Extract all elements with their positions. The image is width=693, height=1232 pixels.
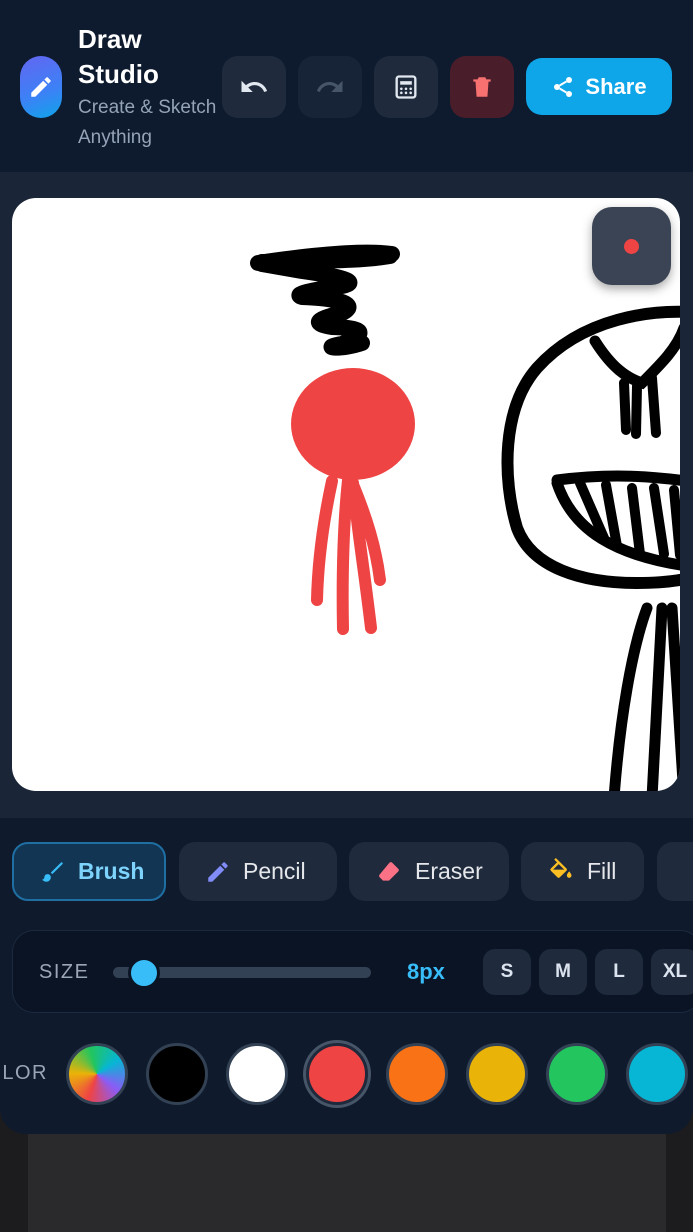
canvas-area bbox=[0, 172, 693, 818]
color-swatch-custom[interactable] bbox=[66, 1043, 128, 1105]
size-value: 8px bbox=[407, 959, 445, 984]
tool-brush-label: Brush bbox=[78, 858, 145, 884]
share-button[interactable]: Share bbox=[526, 58, 672, 115]
color-palette: COLOR bbox=[0, 1040, 693, 1110]
color-swatch[interactable] bbox=[306, 1043, 368, 1105]
fill-bucket-icon bbox=[550, 857, 572, 878]
color-swatch[interactable] bbox=[626, 1043, 688, 1105]
brush-size-panel: SIZE 8px S M L XL bbox=[12, 930, 693, 1013]
size-preset-l[interactable]: L bbox=[595, 949, 643, 995]
header: Draw Studio Create & Sketch Anything Sha… bbox=[0, 0, 693, 172]
eraser-icon bbox=[379, 861, 399, 881]
color-swatch[interactable] bbox=[386, 1043, 448, 1105]
size-preset-s[interactable]: S bbox=[483, 949, 531, 995]
color-swatch[interactable] bbox=[466, 1043, 528, 1105]
pencil-logo-icon bbox=[20, 56, 62, 118]
size-label: SIZE bbox=[39, 961, 90, 983]
share-label: Share bbox=[585, 73, 647, 99]
pencil-icon bbox=[208, 861, 228, 882]
redo-icon bbox=[316, 80, 343, 92]
tool-eraser[interactable]: Eraser bbox=[349, 842, 509, 901]
brush-icon bbox=[42, 861, 63, 882]
tool-eraser-label: Eraser bbox=[415, 858, 483, 884]
grid-icon bbox=[395, 75, 417, 99]
color-swatch[interactable] bbox=[546, 1043, 608, 1105]
undo-button[interactable] bbox=[222, 56, 286, 118]
color-label: COLOR bbox=[0, 1062, 48, 1084]
tool-brush[interactable]: Brush bbox=[12, 842, 166, 901]
app-title: Draw Studio bbox=[78, 24, 159, 89]
size-preset-xl[interactable]: XL bbox=[651, 949, 693, 995]
record-dot-icon bbox=[624, 238, 639, 254]
size-preset-m[interactable]: M bbox=[539, 949, 587, 995]
share-icon bbox=[554, 76, 573, 97]
tool-selector: Brush Pencil Eraser Fill bbox=[0, 842, 693, 902]
redo-button[interactable] bbox=[298, 56, 362, 118]
drawing-canvas[interactable] bbox=[12, 198, 680, 791]
draw-studio-app: Draw Studio Create & Sketch Anything Sha… bbox=[0, 0, 693, 1134]
tool-fill-label: Fill bbox=[587, 858, 617, 884]
grid-button[interactable] bbox=[374, 56, 438, 118]
record-button[interactable] bbox=[592, 207, 671, 285]
tool-pencil[interactable]: Pencil bbox=[179, 842, 337, 901]
size-slider-thumb[interactable] bbox=[127, 957, 160, 989]
background-area bbox=[28, 1134, 666, 1232]
tool-more[interactable] bbox=[657, 842, 693, 901]
undo-icon bbox=[241, 80, 268, 92]
trash-icon bbox=[473, 77, 491, 97]
app-subtitle: Create & Sketch Anything bbox=[78, 97, 217, 148]
tool-fill[interactable]: Fill bbox=[521, 842, 644, 901]
color-swatch[interactable] bbox=[226, 1043, 288, 1105]
color-swatch[interactable] bbox=[146, 1043, 208, 1105]
tool-pencil-label: Pencil bbox=[243, 858, 306, 884]
clear-canvas-button[interactable] bbox=[450, 56, 514, 118]
